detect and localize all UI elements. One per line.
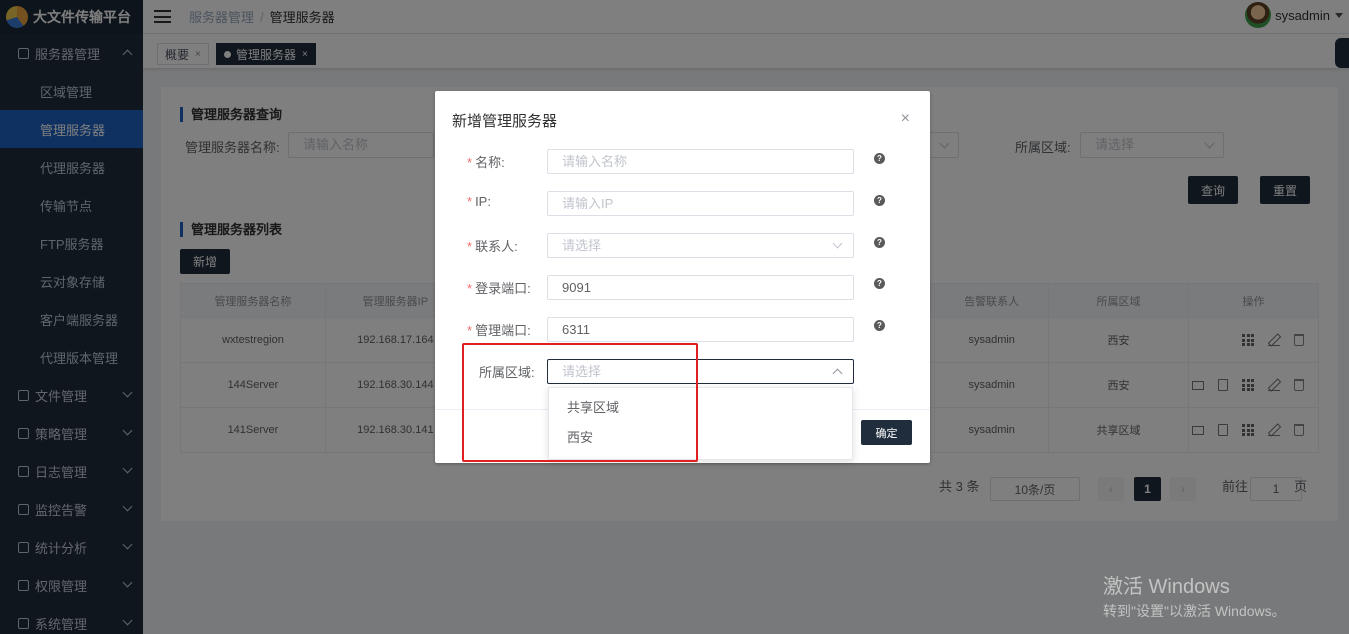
contact-placeholder: 请选择 [562,238,602,253]
watermark-line-2: 转到"设置"以激活 Windows。 [1103,603,1286,619]
help-icon[interactable]: ? [874,195,885,206]
help-icon[interactable]: ? [874,320,885,331]
required-mark: * [467,281,473,296]
watermark-line-1: 激活 Windows [1103,576,1230,598]
mgmt-port-input[interactable]: 6311 [547,317,854,342]
ip-input[interactable]: 请输入IP [547,191,854,216]
dialog-title: 新增管理服务器 [452,113,558,130]
confirm-button[interactable]: 确定 [861,420,912,445]
login-port-input[interactable]: 9091 [547,275,854,300]
close-icon[interactable]: × [901,110,910,128]
field-label-contact: * 联系人: [467,236,537,255]
field-label-name: * 名称: [467,152,537,171]
help-icon[interactable]: ? [874,237,885,248]
required-mark: * [467,194,473,209]
contact-select[interactable]: 请选择 [547,233,854,258]
field-label-login-port: * 登录端口: [467,278,537,297]
help-icon[interactable]: ? [874,278,885,289]
field-label-ip: * IP: [467,194,537,209]
label-text: 名称: [475,155,505,170]
name-input[interactable]: 请输入名称 [547,149,854,174]
field-label-mgmt-port: * 管理端口: [467,320,537,339]
label-text: 管理端口: [475,323,531,338]
required-mark: * [467,155,473,170]
help-icon[interactable]: ? [874,153,885,164]
label-text: IP: [475,194,491,209]
label-text: 登录端口: [475,281,531,296]
annotation-highlight-box [462,343,698,462]
required-mark: * [467,323,473,338]
required-mark: * [467,239,473,254]
windows-activation-watermark: 激活 Windows 转到"设置"以激活 Windows。 [1103,570,1286,621]
chevron-down-icon [832,238,843,249]
label-text: 联系人: [475,239,518,254]
chevron-up-icon [832,368,843,379]
